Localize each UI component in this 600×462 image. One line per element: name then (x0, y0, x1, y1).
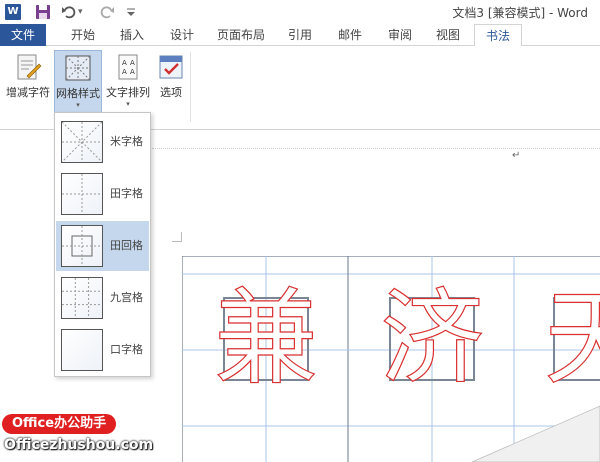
tab-file[interactable]: 文件 (0, 24, 46, 46)
word-logo-icon[interactable]: W (5, 4, 21, 20)
options-button[interactable]: 选项 (154, 50, 188, 120)
tab-review[interactable]: 审阅 (380, 24, 420, 46)
options-label: 选项 (160, 86, 182, 99)
watermark-badge: Office办公助手 (2, 414, 117, 434)
kou-grid-icon (61, 329, 103, 371)
grid-style-icon (63, 53, 93, 83)
dropdown-item-mi-grid[interactable]: 米字格 (56, 117, 149, 167)
tab-insert[interactable]: 插入 (110, 24, 154, 46)
options-icon (156, 52, 186, 82)
text-arrange-icon: A A A A (113, 52, 143, 82)
tian-grid-icon (61, 173, 103, 215)
chevron-down-icon: ▾ (76, 101, 80, 109)
tab-references[interactable]: 引用 (280, 24, 320, 46)
redo-icon[interactable] (98, 3, 116, 21)
calligraphy-char: 兼 (214, 277, 318, 399)
window-title: 文档3 [兼容模式] - Word (452, 6, 588, 20)
add-remove-chars-icon (13, 52, 43, 82)
chevron-down-icon: ▾ (126, 100, 130, 108)
calligraphy-grid[interactable]: 兼 济 天 (182, 256, 600, 462)
text-arrange-button[interactable]: A A A A 文字排列 ▾ (104, 50, 152, 120)
ribbon-tab-bar: 文件 开始 插入 设计 页面布局 引用 邮件 审阅 视图 书法 (0, 24, 600, 47)
ribbon-group-separator (190, 52, 191, 122)
dropdown-item-label: 九宫格 (110, 291, 143, 304)
tab-design[interactable]: 设计 (160, 24, 204, 46)
dropdown-item-label: 米字格 (110, 135, 143, 148)
dropdown-item-label: 口字格 (110, 343, 143, 356)
watermark-url: Officezhushou.com (4, 437, 154, 453)
tab-page-layout[interactable]: 页面布局 (208, 24, 274, 46)
tab-calligraphy[interactable]: 书法 (474, 24, 522, 47)
title-bar: W ▾ 文档3 [兼容模式] - Word (0, 0, 600, 24)
add-remove-chars-button[interactable]: 增减字符 (4, 50, 52, 120)
svg-text:A: A (130, 59, 135, 67)
paragraph-mark: ↵ (512, 150, 521, 161)
add-remove-chars-label: 增减字符 (6, 86, 50, 99)
svg-text:A: A (130, 68, 135, 76)
nine-grid-icon (61, 277, 103, 319)
grid-style-label: 网格样式 (56, 87, 100, 100)
calligraphy-char: 济 (380, 277, 484, 399)
dropdown-item-nine-grid[interactable]: 九宫格 (56, 273, 149, 323)
tab-view[interactable]: 视图 (428, 24, 468, 46)
undo-dropdown-icon[interactable]: ▾ (78, 3, 88, 21)
svg-text:A: A (122, 59, 127, 67)
undo-icon[interactable] (60, 3, 78, 21)
grid-style-button[interactable]: 网格样式 ▾ (54, 50, 102, 120)
tab-home[interactable]: 开始 (60, 24, 106, 46)
mi-grid-icon (61, 121, 103, 163)
margin-guide (152, 148, 600, 149)
dropdown-item-tian-hui-grid[interactable]: 田回格 (56, 221, 149, 271)
tian-hui-grid-icon (61, 225, 103, 267)
svg-text:A: A (122, 68, 127, 76)
save-icon[interactable] (34, 3, 52, 21)
text-arrange-label: 文字排列 (106, 86, 150, 99)
margin-corner-mark (172, 232, 182, 242)
dropdown-item-label: 田字格 (110, 187, 143, 200)
tab-mailings[interactable]: 邮件 (330, 24, 370, 46)
dropdown-item-tian-grid[interactable]: 田字格 (56, 169, 149, 219)
grid-style-dropdown: 米字格 田字格 田回格 九宫格 口字格 (54, 112, 151, 377)
customize-qat-icon[interactable] (122, 3, 140, 21)
dropdown-item-kou-grid[interactable]: 口字格 (56, 325, 149, 375)
calligraphy-char: 天 (544, 277, 600, 399)
dropdown-item-label: 田回格 (110, 239, 143, 252)
